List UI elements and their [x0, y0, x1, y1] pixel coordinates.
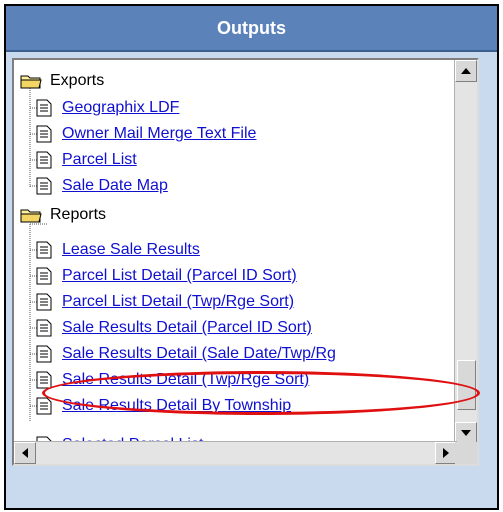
outputs-panel: Outputs Exports Geographix LDF Owner Mai…	[4, 4, 499, 510]
tree-item-link[interactable]: Parcel List Detail (Twp/Rge Sort)	[62, 293, 294, 311]
tree-item-link[interactable]: Parcel List	[62, 151, 137, 169]
document-icon	[36, 151, 52, 169]
document-icon	[36, 397, 52, 415]
tree-folder-reports[interactable]: Reports	[20, 202, 106, 228]
tree-item-sale-date-map[interactable]: Sale Date Map	[36, 173, 168, 199]
outputs-tree: Exports Geographix LDF Owner Mail Merge …	[12, 58, 479, 466]
tree-item-parcel-list-detail-id[interactable]: Parcel List Detail (Parcel ID Sort)	[36, 263, 297, 289]
tree-item-link[interactable]: Owner Mail Merge Text File	[62, 125, 256, 143]
folder-icon	[20, 209, 42, 223]
tree-item-lease-sale-results[interactable]: Lease Sale Results	[36, 237, 200, 263]
tree-folder-exports[interactable]: Exports	[20, 68, 104, 94]
scroll-left-icon	[22, 448, 28, 458]
scroll-right-icon	[443, 448, 449, 458]
document-icon	[36, 177, 52, 195]
scroll-down-button[interactable]	[455, 422, 477, 444]
document-icon	[36, 293, 52, 311]
panel-title: Outputs	[6, 6, 497, 52]
document-icon	[36, 99, 52, 117]
tree-item-link[interactable]: Sale Results Detail (Twp/Rge Sort)	[62, 371, 309, 389]
scroll-right-button[interactable]	[435, 442, 457, 464]
tree-item-sale-results-by-township[interactable]: Sale Results Detail By Township	[36, 393, 291, 419]
tree-item-sale-results-detail-id[interactable]: Sale Results Detail (Parcel ID Sort)	[36, 315, 312, 341]
tree-content: Exports Geographix LDF Owner Mail Merge …	[14, 60, 457, 422]
tree-item-link[interactable]: Sale Results Detail (Sale Date/Twp/Rg	[62, 345, 336, 363]
scroll-up-button[interactable]	[455, 60, 477, 82]
folder-label: Exports	[50, 72, 105, 89]
vertical-scrollbar[interactable]	[454, 60, 477, 444]
tree-item-link[interactable]: Sale Results Detail (Parcel ID Sort)	[62, 319, 312, 337]
tree-item-sale-results-detail-date[interactable]: Sale Results Detail (Sale Date/Twp/Rg	[36, 341, 336, 367]
tree-item-geographix-ldf[interactable]: Geographix LDF	[36, 95, 179, 121]
vertical-scroll-thumb[interactable]	[457, 360, 476, 410]
tree-item-owner-mail-merge[interactable]: Owner Mail Merge Text File	[36, 121, 256, 147]
tree-item-sale-results-detail-twp[interactable]: Sale Results Detail (Twp/Rge Sort)	[36, 367, 309, 393]
scroll-down-icon	[461, 430, 471, 436]
tree-item-link[interactable]: Lease Sale Results	[62, 241, 200, 259]
tree-item-link[interactable]: Sale Results Detail By Township	[62, 397, 291, 415]
scrollbar-corner	[455, 442, 477, 464]
document-icon	[36, 125, 52, 143]
document-icon	[36, 319, 52, 337]
horizontal-scrollbar[interactable]	[14, 441, 457, 464]
tree-item-link[interactable]: Geographix LDF	[62, 99, 179, 117]
tree-item-link[interactable]: Sale Date Map	[62, 177, 168, 195]
scroll-left-button[interactable]	[14, 442, 36, 464]
document-icon	[36, 371, 52, 389]
document-icon	[36, 267, 52, 285]
folder-label: Reports	[50, 206, 107, 223]
document-icon	[36, 241, 52, 259]
scroll-up-icon	[461, 68, 471, 74]
folder-icon	[20, 75, 42, 89]
tree-item-parcel-list[interactable]: Parcel List	[36, 147, 137, 173]
tree-item-parcel-list-detail-twp[interactable]: Parcel List Detail (Twp/Rge Sort)	[36, 289, 294, 315]
tree-item-link[interactable]: Parcel List Detail (Parcel ID Sort)	[62, 267, 297, 285]
document-icon	[36, 345, 52, 363]
